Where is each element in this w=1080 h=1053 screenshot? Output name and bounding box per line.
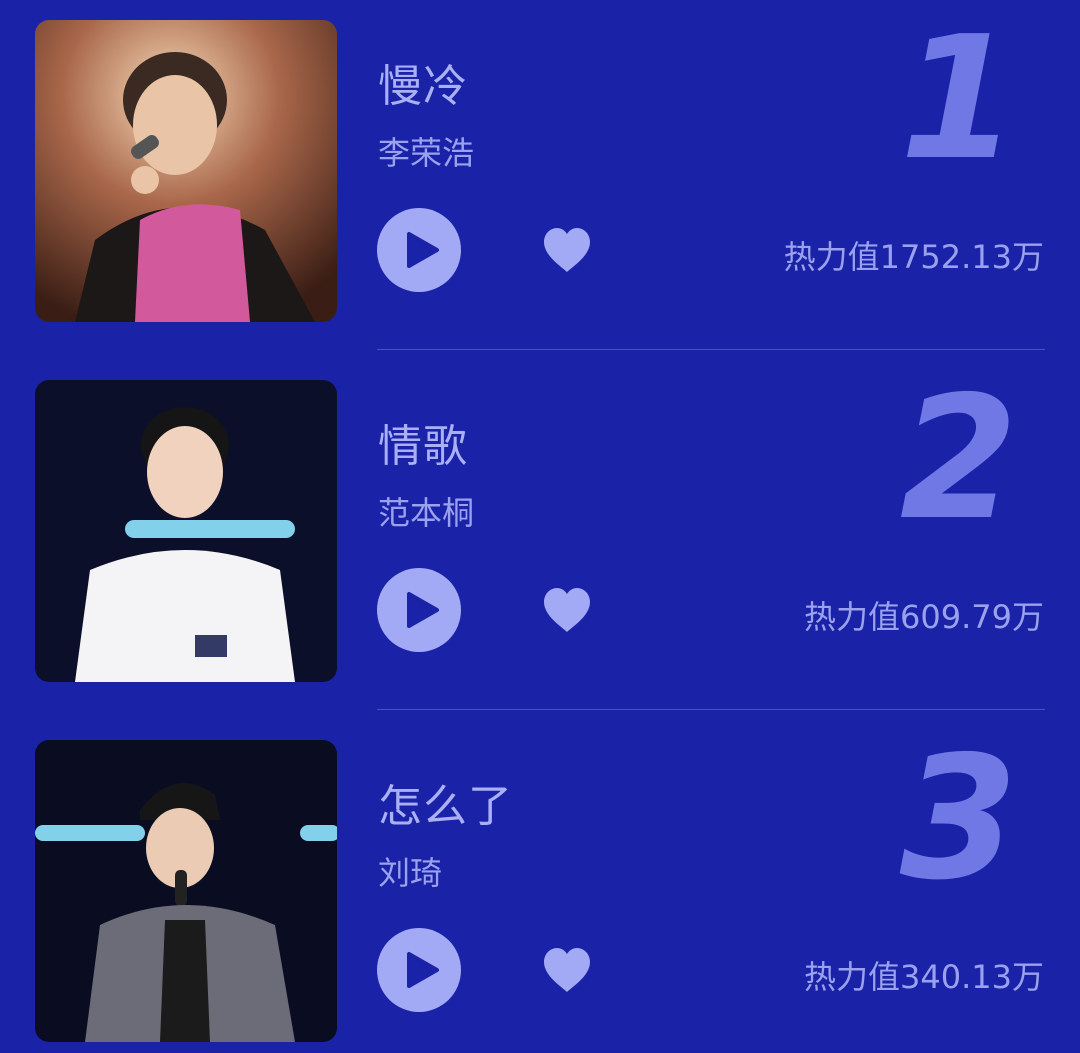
song-title: 怎么了 [378,781,513,832]
divider [377,349,1045,350]
heart-icon[interactable] [540,944,594,996]
cover-image[interactable] [35,740,337,1042]
heart-icon[interactable] [540,584,594,636]
divider [377,709,1045,710]
heat-value: 热力值340.13万 [804,958,1044,996]
song-item: 怎么了 刘琦 3 热力值340.13万 [0,720,1080,1053]
artist-name: 刘琦 [378,854,443,892]
cover-image[interactable] [35,380,337,682]
song-item: 情歌 范本桐 2 热力值609.79万 [0,360,1080,720]
rank-number: 2 [899,360,1018,558]
cover-image[interactable] [35,20,337,322]
play-icon [407,232,439,268]
play-button[interactable] [377,208,461,292]
song-title: 情歌 [378,421,468,472]
heart-icon[interactable] [540,224,594,276]
heat-value: 热力值609.79万 [804,598,1044,636]
play-button[interactable] [377,928,461,1012]
ranking-list: 慢冷 李荣浩 1 热力值1752.13万 情歌 范本桐 2 热力值609.79万… [0,0,1080,1053]
play-icon [407,952,439,988]
artist-name: 李荣浩 [378,134,475,172]
play-icon [407,592,439,628]
play-button[interactable] [377,568,461,652]
rank-number: 3 [899,720,1018,918]
song-item: 慢冷 李荣浩 1 热力值1752.13万 [0,0,1080,360]
song-title: 慢冷 [378,61,468,112]
heat-value: 热力值1752.13万 [783,238,1044,276]
rank-number: 1 [899,0,1018,198]
artist-name: 范本桐 [378,494,475,532]
